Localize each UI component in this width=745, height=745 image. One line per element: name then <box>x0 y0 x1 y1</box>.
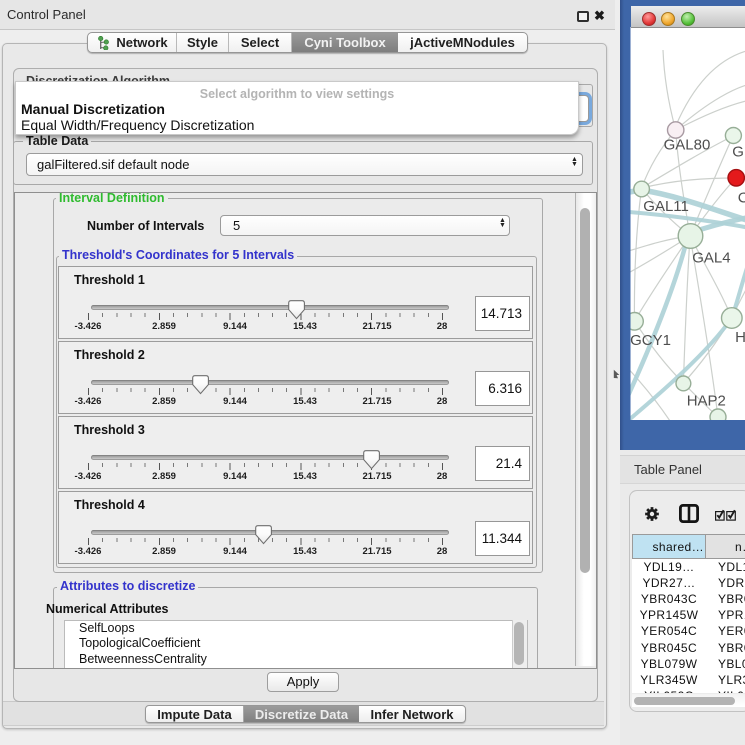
svg-text:GAL80: GAL80 <box>664 137 711 154</box>
svg-text:GAL11: GAL11 <box>643 198 689 215</box>
svg-text:HAP2: HAP2 <box>687 393 726 410</box>
svg-text:C: C <box>738 190 745 207</box>
svg-text:G.: G. <box>732 144 745 161</box>
svg-text:H: H <box>735 329 745 346</box>
svg-text:GAL4: GAL4 <box>692 250 730 267</box>
svg-text:GCY1: GCY1 <box>630 332 671 349</box>
